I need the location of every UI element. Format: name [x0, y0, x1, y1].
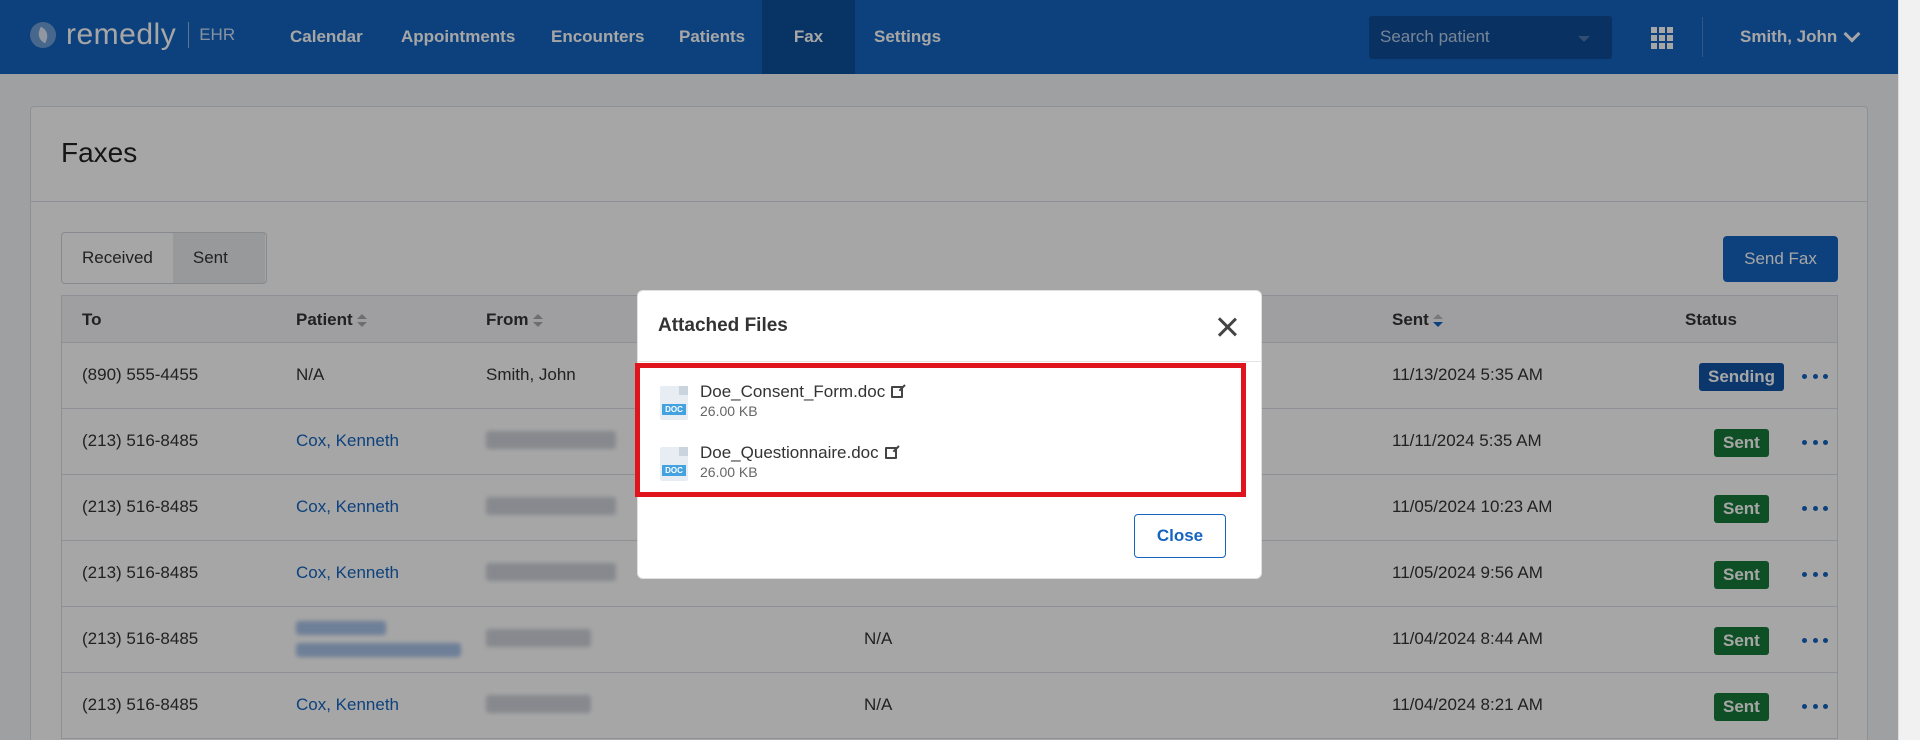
attached-file-item[interactable]: DOC Doe_Questionnaire.doc 26.00 KB: [660, 443, 1220, 489]
file-name-link[interactable]: Doe_Consent_Form.doc: [700, 382, 904, 402]
close-icon[interactable]: [1215, 315, 1239, 339]
file-name-link[interactable]: Doe_Questionnaire.doc: [700, 443, 897, 463]
attached-files-modal: Attached Files DOC Doe_Consent_Form.doc …: [635, 290, 1262, 579]
attached-files-highlight: DOC Doe_Consent_Form.doc 26.00 KB DOC Do…: [635, 363, 1246, 497]
close-button[interactable]: Close: [1134, 514, 1226, 558]
doc-file-icon: DOC: [660, 386, 688, 420]
attached-file-item[interactable]: DOC Doe_Consent_Form.doc 26.00 KB: [660, 382, 1220, 428]
external-link-icon[interactable]: [884, 447, 897, 459]
doc-file-icon: DOC: [660, 447, 688, 481]
page-scrollbar[interactable]: [1898, 0, 1920, 740]
file-size: 26.00 KB: [700, 403, 758, 419]
divider: [638, 361, 1261, 362]
modal-title: Attached Files: [658, 315, 788, 336]
file-name: Doe_Consent_Form.doc: [700, 382, 886, 401]
external-link-icon[interactable]: [891, 386, 904, 398]
file-name: Doe_Questionnaire.doc: [700, 443, 879, 462]
file-size: 26.00 KB: [700, 464, 758, 480]
